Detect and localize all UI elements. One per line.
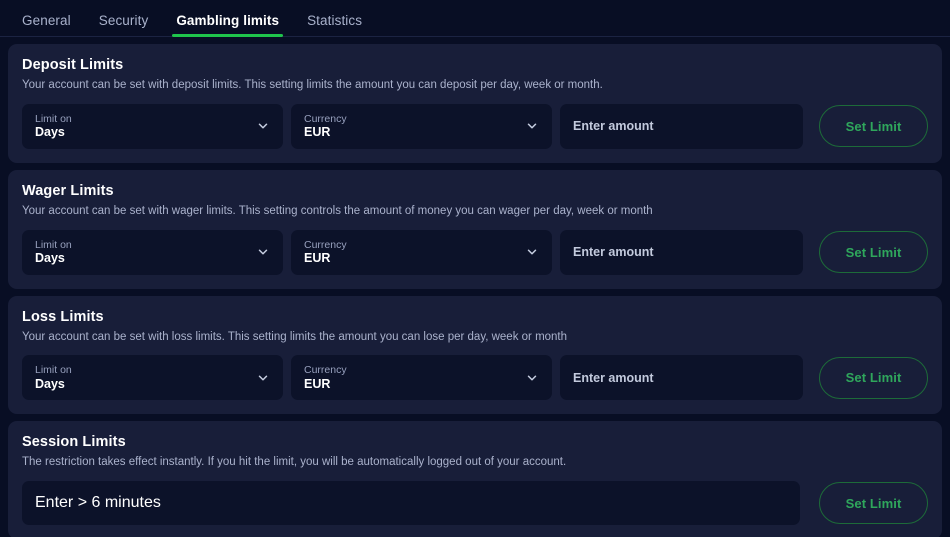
session-limits-card: Session Limits The restriction takes eff… <box>8 421 942 537</box>
loss-currency-label: Currency <box>304 365 519 376</box>
deposit-limits-card: Deposit Limits Your account can be set w… <box>8 44 942 163</box>
wager-limits-controls: Limit on Days Currency EUR Enter amount … <box>22 230 928 275</box>
chevron-down-icon <box>525 119 539 133</box>
chevron-down-icon <box>256 119 270 133</box>
chevron-down-icon <box>256 371 270 385</box>
chevron-down-icon <box>525 245 539 259</box>
tab-security[interactable]: Security <box>85 14 163 37</box>
deposit-limits-title: Deposit Limits <box>22 57 928 73</box>
tab-general[interactable]: General <box>8 14 85 37</box>
tab-gambling-limits[interactable]: Gambling limits <box>162 14 293 37</box>
session-limits-description: The restriction takes effect instantly. … <box>22 456 928 470</box>
session-duration-placeholder: Enter > 6 minutes <box>35 494 161 512</box>
wager-limits-card: Wager Limits Your account can be set wit… <box>8 170 942 289</box>
deposit-currency-select[interactable]: Currency EUR <box>291 104 552 149</box>
wager-limit-on-value: Days <box>35 252 250 265</box>
loss-limit-on-value: Days <box>35 378 250 391</box>
loss-limits-card: Loss Limits Your account can be set with… <box>8 296 942 415</box>
wager-amount-placeholder: Enter amount <box>573 246 654 259</box>
wager-limits-title: Wager Limits <box>22 183 928 199</box>
gambling-limits-panel: Deposit Limits Your account can be set w… <box>0 37 950 537</box>
session-duration-input[interactable]: Enter > 6 minutes <box>22 481 800 525</box>
loss-currency-value: EUR <box>304 378 519 391</box>
deposit-limit-on-value: Days <box>35 126 250 139</box>
session-limits-title: Session Limits <box>22 434 928 450</box>
wager-amount-input[interactable]: Enter amount <box>560 230 803 275</box>
loss-amount-placeholder: Enter amount <box>573 372 654 385</box>
wager-limit-on-label: Limit on <box>35 240 250 251</box>
deposit-currency-value: EUR <box>304 126 519 139</box>
deposit-limits-description: Your account can be set with deposit lim… <box>22 79 928 93</box>
loss-limits-title: Loss Limits <box>22 309 928 325</box>
wager-currency-select[interactable]: Currency EUR <box>291 230 552 275</box>
loss-currency-select[interactable]: Currency EUR <box>291 355 552 400</box>
session-limits-controls: Enter > 6 minutes Set Limit <box>22 481 928 525</box>
wager-limit-on-select[interactable]: Limit on Days <box>22 230 283 275</box>
deposit-limits-controls: Limit on Days Currency EUR Enter amount … <box>22 104 928 149</box>
loss-limit-on-label: Limit on <box>35 365 250 376</box>
loss-limit-on-select[interactable]: Limit on Days <box>22 355 283 400</box>
settings-tab-bar: General Security Gambling limits Statist… <box>0 0 950 37</box>
loss-amount-input[interactable]: Enter amount <box>560 355 803 400</box>
deposit-amount-placeholder: Enter amount <box>573 120 654 133</box>
session-set-limit-button[interactable]: Set Limit <box>819 482 928 524</box>
deposit-set-limit-button[interactable]: Set Limit <box>819 105 928 147</box>
deposit-amount-input[interactable]: Enter amount <box>560 104 803 149</box>
chevron-down-icon <box>256 245 270 259</box>
wager-limits-description: Your account can be set with wager limit… <box>22 205 928 219</box>
loss-limits-controls: Limit on Days Currency EUR Enter amount … <box>22 355 928 400</box>
wager-currency-label: Currency <box>304 240 519 251</box>
wager-currency-value: EUR <box>304 252 519 265</box>
deposit-currency-label: Currency <box>304 114 519 125</box>
deposit-limit-on-label: Limit on <box>35 114 250 125</box>
loss-set-limit-button[interactable]: Set Limit <box>819 357 928 399</box>
deposit-limit-on-select[interactable]: Limit on Days <box>22 104 283 149</box>
tab-statistics[interactable]: Statistics <box>293 14 376 37</box>
wager-set-limit-button[interactable]: Set Limit <box>819 231 928 273</box>
chevron-down-icon <box>525 371 539 385</box>
loss-limits-description: Your account can be set with loss limits… <box>22 331 928 345</box>
